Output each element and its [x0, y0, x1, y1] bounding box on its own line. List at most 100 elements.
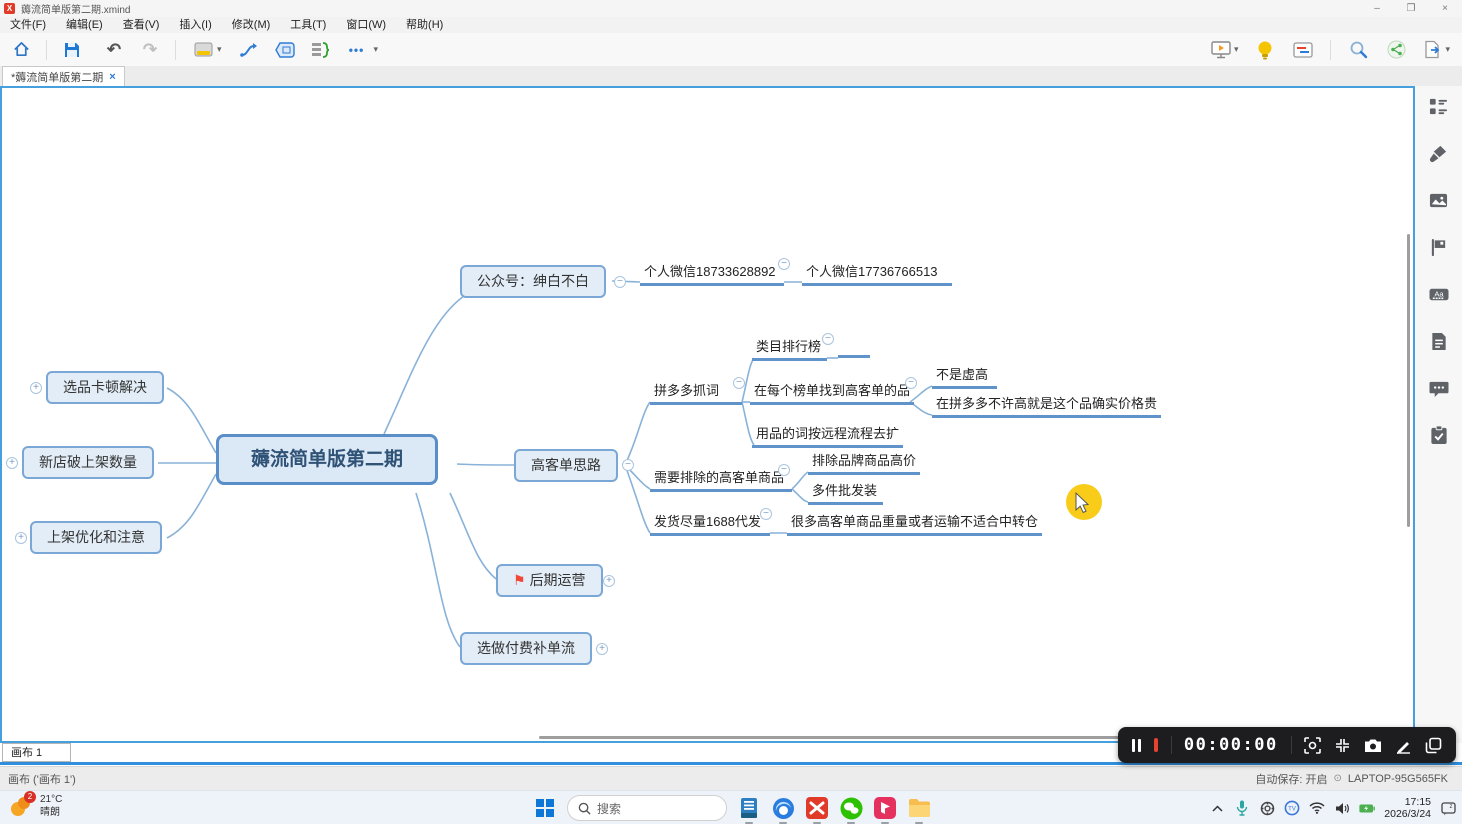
close-button[interactable]: ×	[1428, 0, 1462, 17]
mindmap-node-paichu[interactable]: 需要排除的高客单商品	[650, 470, 792, 492]
mindmap-node-leimu[interactable]: 类目排行榜	[752, 339, 827, 361]
relationship-icon[interactable]	[238, 39, 260, 61]
speaker-icon[interactable]	[1334, 800, 1350, 816]
notes-app-icon[interactable]	[737, 796, 761, 820]
pause-button[interactable]	[1132, 739, 1141, 752]
tab-close-icon[interactable]: ×	[109, 71, 115, 83]
mindmap-node-pinpai[interactable]: 排除品牌商品高价	[808, 453, 920, 475]
task-checklist-icon[interactable]	[1429, 425, 1449, 445]
format-brush-icon[interactable]	[1429, 143, 1449, 163]
start-button[interactable]	[533, 796, 557, 820]
menu-item-help[interactable]: 帮助(H)	[396, 17, 453, 33]
more-dropdown-icon[interactable]: ▾	[374, 44, 379, 55]
marker-flag-icon[interactable]	[1429, 237, 1449, 257]
tray-chevron-icon[interactable]	[1209, 800, 1225, 816]
sheet-tab-canvas1[interactable]: 画布 1	[2, 743, 71, 762]
mindmap-canvas[interactable]: 薅流简单版第二期 公众号：绅白不白 选品卡顿解决 新店破上架数量 上架优化和注意…	[0, 86, 1415, 743]
lightbulb-icon[interactable]	[1254, 39, 1276, 61]
mindmap-node-fufei[interactable]: 选做付费补单流	[460, 632, 592, 665]
menu-item-tools[interactable]: 工具(T)	[280, 17, 336, 33]
mindmap-node-houqi[interactable]: ⚑后期运营	[496, 564, 603, 597]
collapse-toggle[interactable]: −	[905, 377, 917, 389]
mindmap-node-pdd[interactable]: 拼多多抓词	[650, 383, 742, 405]
menu-item-edit[interactable]: 编辑(E)	[56, 17, 113, 33]
vertical-scrollbar[interactable]	[1407, 234, 1410, 527]
shrink-icon[interactable]	[1334, 736, 1351, 754]
mindmap-node-buxugao[interactable]: 不是虚高	[932, 367, 997, 389]
browser-app-icon[interactable]	[771, 796, 795, 820]
tray-app2-icon[interactable]: TV	[1284, 800, 1300, 816]
mindmap-node-xuanpin[interactable]: 选品卡顿解决	[46, 371, 164, 404]
menu-item-file[interactable]: 文件(F)	[0, 17, 56, 33]
notes-icon[interactable]	[1429, 331, 1449, 351]
menu-item-modify[interactable]: 修改(M)	[222, 17, 281, 33]
image-icon[interactable]	[1429, 190, 1449, 210]
expand-toggle[interactable]: +	[15, 532, 27, 544]
collapse-toggle[interactable]: −	[778, 464, 790, 476]
microphone-icon[interactable]	[1234, 800, 1250, 816]
minimize-button[interactable]: –	[1360, 0, 1394, 17]
export-icon[interactable]: ▾	[1423, 40, 1450, 59]
collapse-toggle[interactable]: −	[622, 459, 634, 471]
mindmap-node-bangdan[interactable]: 在每个榜单找到高客单的品	[750, 383, 914, 405]
home-icon[interactable]	[10, 39, 32, 61]
mindmap-node-queshi[interactable]: 在拼多多不许高就是这个品确实价格贵	[932, 396, 1161, 418]
mindmap-node-duojian[interactable]: 多件批发装	[808, 483, 883, 505]
export-dropdown-icon[interactable]: ▾	[1445, 44, 1450, 55]
notification-icon[interactable]: z	[1440, 800, 1456, 816]
mindmap-node-shangjia[interactable]: 上架优化和注意	[30, 521, 162, 554]
layers-copy-icon[interactable]	[1425, 736, 1442, 754]
theme-dropdown-icon[interactable]: ▾	[217, 44, 222, 55]
wifi-icon[interactable]	[1309, 800, 1325, 816]
boundary-icon[interactable]	[274, 39, 296, 61]
pen-icon[interactable]	[1395, 736, 1412, 754]
menu-item-insert[interactable]: 插入(I)	[169, 17, 221, 33]
mindmap-node-yongpin[interactable]: 用品的词按远程流程去扩	[752, 426, 903, 448]
outline-panel-icon[interactable]	[1429, 96, 1449, 116]
menu-item-view[interactable]: 查看(V)	[113, 17, 170, 33]
undo-icon[interactable]: ↶	[103, 39, 125, 61]
mindmap-node-gongzhonghao[interactable]: 公众号：绅白不白	[460, 265, 606, 298]
presentation-icon[interactable]: ▾	[1211, 40, 1239, 59]
mindmap-node-weixin2[interactable]: 个人微信17736766513	[802, 264, 952, 286]
search-icon[interactable]	[1347, 39, 1369, 61]
taskbar-clock[interactable]: 17:15 2026/3/24	[1384, 796, 1431, 820]
sticker-label-icon[interactable]: Aa	[1429, 284, 1449, 304]
taskbar-search-box[interactable]: 搜索	[567, 795, 727, 821]
video-app-icon[interactable]	[873, 796, 897, 820]
maximize-button[interactable]: ❐	[1394, 0, 1428, 17]
collapse-toggle[interactable]: −	[760, 508, 772, 520]
more-icon[interactable]: •••	[346, 39, 368, 61]
mindmap-node-xindian[interactable]: 新店破上架数量	[22, 446, 154, 479]
camera-icon[interactable]	[1364, 736, 1382, 754]
comment-icon[interactable]	[1429, 378, 1449, 398]
expand-toggle[interactable]: +	[6, 457, 18, 469]
redo-icon[interactable]: ↷	[139, 39, 161, 61]
zoom-region-icon[interactable]	[1304, 736, 1321, 754]
mindmap-node-yunshu[interactable]: 很多高客单商品重量或者运输不适合中转仓	[787, 514, 1042, 536]
summary-icon[interactable]	[310, 39, 332, 61]
presentation-dropdown-icon[interactable]: ▾	[1234, 44, 1239, 55]
theme-icon[interactable]	[192, 39, 214, 61]
mindmap-node-gaokedan[interactable]: 高客单思路	[514, 449, 618, 482]
wechat-app-icon[interactable]	[839, 796, 863, 820]
save-icon[interactable]	[61, 39, 83, 61]
xmind-app-icon[interactable]	[805, 796, 829, 820]
expand-toggle[interactable]: +	[596, 643, 608, 655]
mindmap-node-root[interactable]: 薅流简单版第二期	[216, 434, 438, 485]
mindmap-node-fahuo[interactable]: 发货尽量1688代发	[650, 514, 770, 536]
collapse-toggle[interactable]: −	[822, 333, 834, 345]
expand-toggle[interactable]: +	[30, 382, 42, 394]
collapse-toggle[interactable]: −	[733, 377, 745, 389]
mindmap-node-weixin1[interactable]: 个人微信18733628892	[640, 264, 784, 286]
mindmap-node-empty-child[interactable]	[838, 355, 870, 358]
document-tab[interactable]: *薅流简单版第二期 ×	[2, 66, 125, 86]
collapse-toggle[interactable]: −	[778, 258, 790, 270]
file-explorer-icon[interactable]	[907, 796, 931, 820]
timeline-panel-icon[interactable]	[1292, 39, 1314, 61]
stop-button[interactable]	[1154, 738, 1158, 752]
collapse-toggle[interactable]: −	[614, 276, 626, 288]
menu-item-window[interactable]: 窗口(W)	[336, 17, 396, 33]
expand-toggle[interactable]: +	[603, 575, 615, 587]
tray-app1-icon[interactable]	[1259, 800, 1275, 816]
